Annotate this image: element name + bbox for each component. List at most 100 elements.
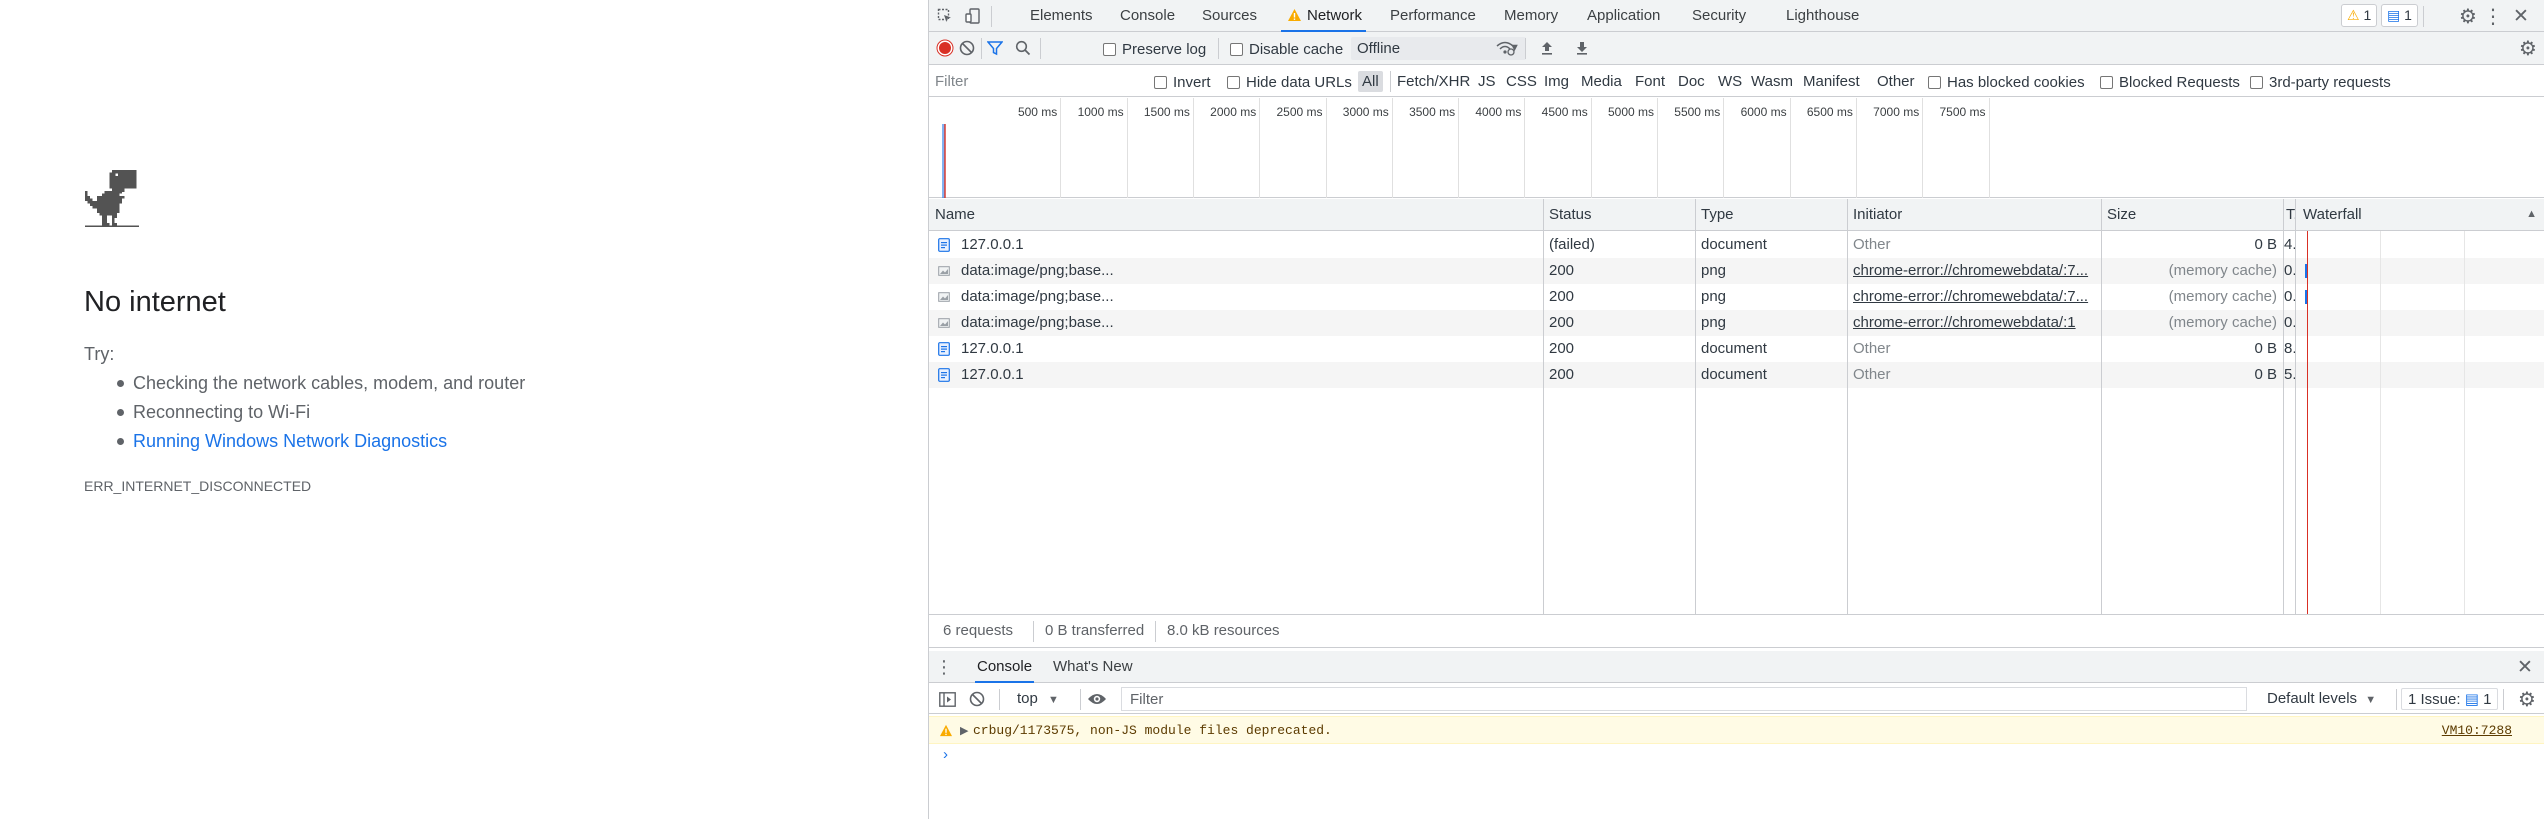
- close-devtools-icon[interactable]: ✕: [2511, 5, 2531, 27]
- filter-icon[interactable]: [985, 38, 1005, 58]
- search-icon[interactable]: [1013, 38, 1033, 58]
- tab-sources[interactable]: Sources: [1202, 0, 1257, 32]
- console-filter-input[interactable]: [1121, 687, 2247, 711]
- tab-security[interactable]: Security: [1692, 0, 1746, 32]
- dino-icon[interactable]: [84, 170, 140, 228]
- column-header-waterfall[interactable]: Waterfall: [2297, 199, 2497, 231]
- settings-gear-icon[interactable]: ⚙: [2457, 5, 2479, 28]
- type-filter-other[interactable]: Other: [1873, 71, 1919, 92]
- type-filter-ws[interactable]: WS: [1714, 71, 1746, 92]
- disable-cache-label: Disable cache: [1249, 41, 1344, 58]
- type-filter-all[interactable]: All: [1358, 71, 1383, 92]
- suggestion-item: Reconnecting to Wi-Fi: [84, 401, 525, 430]
- log-levels-select[interactable]: Default levels ▼: [2267, 688, 2376, 711]
- clear-console-icon[interactable]: [967, 689, 987, 709]
- tab-memory[interactable]: Memory: [1504, 0, 1558, 32]
- close-drawer-icon[interactable]: ✕: [2515, 656, 2535, 678]
- type-filter-font[interactable]: Font: [1631, 71, 1669, 92]
- tab-lighthouse[interactable]: Lighthouse: [1786, 0, 1859, 32]
- tab-elements[interactable]: Elements: [1030, 0, 1093, 32]
- has-blocked-cookies-checkbox[interactable]: Has blocked cookies: [1928, 74, 2085, 91]
- import-har-icon[interactable]: [1537, 38, 1557, 58]
- network-diagnostics-link[interactable]: Running Windows Network Diagnostics: [84, 430, 525, 459]
- inspect-element-icon[interactable]: [935, 6, 955, 26]
- request-initiator[interactable]: chrome-error://chromewebdata/:7...: [1853, 284, 2095, 310]
- request-time: 5...: [2284, 366, 2295, 383]
- checkbox-box[interactable]: [1103, 43, 1116, 56]
- tab-network[interactable]: Network: [1281, 0, 1367, 32]
- column-header-type[interactable]: Type: [1695, 199, 1847, 231]
- issues-counter-button[interactable]: 1 Issue: ▤ 1: [2401, 688, 2499, 710]
- separator: [981, 38, 982, 59]
- request-row[interactable]: data:image/png;base... 200 png chrome-error…: [929, 258, 2544, 284]
- drawer-menu-icon[interactable]: ⋮: [935, 657, 953, 677]
- show-sidebar-icon[interactable]: [937, 689, 957, 709]
- checkbox-box[interactable]: [2100, 76, 2113, 89]
- network-overview-timeline[interactable]: 500 ms 1000 ms 1500 ms 2000 ms 2500 ms 3000 m…: [929, 98, 2544, 198]
- request-row[interactable]: 127.0.0.1 200 document Other 0 B 5...: [929, 362, 2544, 388]
- drawer-tab-console[interactable]: Console: [975, 651, 1035, 683]
- request-initiator[interactable]: chrome-error://chromewebdata/:7...: [1853, 258, 2095, 284]
- more-options-icon[interactable]: ⋮: [2483, 5, 2503, 28]
- checkbox-box[interactable]: [2250, 76, 2263, 89]
- request-row[interactable]: data:image/png;base... 200 png chrome-error…: [929, 310, 2544, 336]
- preserve-log-checkbox[interactable]: Preserve log: [1103, 41, 1206, 58]
- column-header-size[interactable]: Size: [2101, 199, 2283, 231]
- type-filter-fetch-xhr[interactable]: Fetch/XHR: [1393, 71, 1474, 92]
- request-initiator[interactable]: chrome-error://chromewebdata/:1: [1853, 310, 2095, 336]
- column-header-status[interactable]: Status: [1543, 199, 1695, 231]
- warning-source-link[interactable]: VM10:7288: [2442, 717, 2512, 745]
- expand-triangle-icon[interactable]: ▶: [960, 717, 968, 745]
- column-header-initiator[interactable]: Initiator: [1847, 199, 2101, 231]
- invert-checkbox[interactable]: Invert: [1154, 74, 1211, 91]
- type-filter-wasm[interactable]: Wasm: [1747, 71, 1797, 92]
- type-filter-manifest[interactable]: Manifest: [1799, 71, 1864, 92]
- sort-ascending-icon[interactable]: ▲: [2526, 208, 2537, 220]
- type-filter-media[interactable]: Media: [1577, 71, 1626, 92]
- export-har-icon[interactable]: [1572, 38, 1592, 58]
- drawer-tab-whats-new[interactable]: What's New: [1053, 651, 1133, 683]
- timeline-gridline: [1126, 98, 1128, 198]
- issues-badge[interactable]: ▤ 1: [2381, 4, 2418, 27]
- warnings-badge[interactable]: ⚠ 1: [2341, 4, 2378, 27]
- disable-cache-checkbox[interactable]: Disable cache: [1230, 41, 1343, 58]
- request-row[interactable]: 127.0.0.1 (failed) document Other 0 B 4...: [929, 232, 2544, 258]
- network-filter-input[interactable]: [935, 70, 1147, 93]
- column-header-name[interactable]: Name: [929, 199, 1543, 231]
- column-header-time[interactable]: T.: [2283, 199, 2295, 231]
- timeline-tick-label: 3500 ms: [1409, 105, 1456, 119]
- console-warning-message[interactable]: ▶ crbug/1173575, non-JS module files dep…: [929, 716, 2544, 744]
- page-title: No internet: [84, 286, 226, 318]
- third-party-requests-checkbox[interactable]: 3rd-party requests: [2250, 74, 2391, 91]
- image-icon: [938, 292, 950, 302]
- network-settings-gear-icon[interactable]: ⚙: [2517, 37, 2539, 60]
- devtools-tab-bar: Elements Console Sources Network Perform…: [929, 0, 2544, 32]
- console-settings-gear-icon[interactable]: ⚙: [2516, 688, 2538, 711]
- blocked-requests-checkbox[interactable]: Blocked Requests: [2100, 74, 2240, 91]
- request-row[interactable]: data:image/png;base... 200 png chrome-error…: [929, 284, 2544, 310]
- column-divider: [1695, 199, 1696, 614]
- network-conditions-icon[interactable]: [1493, 38, 1517, 58]
- tab-performance[interactable]: Performance: [1390, 0, 1476, 32]
- device-toolbar-icon[interactable]: [963, 6, 983, 26]
- timeline-tick-label: 5500 ms: [1674, 105, 1721, 119]
- type-filter-css[interactable]: CSS: [1502, 71, 1541, 92]
- clear-icon[interactable]: [957, 38, 977, 58]
- live-expression-eye-icon[interactable]: [1085, 689, 1109, 709]
- record-icon[interactable]: [935, 38, 955, 58]
- checkbox-box[interactable]: [1928, 76, 1941, 89]
- checkbox-box[interactable]: [1230, 43, 1243, 56]
- checkbox-box[interactable]: [1227, 76, 1240, 89]
- type-filter-doc[interactable]: Doc: [1674, 71, 1709, 92]
- console-prompt[interactable]: ›: [943, 746, 948, 763]
- type-filter-js[interactable]: JS: [1474, 71, 1500, 92]
- checkbox-box[interactable]: [1154, 76, 1167, 89]
- tab-console[interactable]: Console: [1120, 0, 1175, 32]
- context-selector[interactable]: top ▼: [1017, 688, 1059, 711]
- timeline-gridline: [1922, 98, 1924, 198]
- tab-application[interactable]: Application: [1587, 0, 1660, 32]
- hide-data-urls-checkbox[interactable]: Hide data URLs: [1227, 74, 1352, 91]
- request-row[interactable]: 127.0.0.1 200 document Other 0 B 8...: [929, 336, 2544, 362]
- request-name: data:image/png;base...: [961, 314, 1114, 331]
- type-filter-img[interactable]: Img: [1540, 71, 1573, 92]
